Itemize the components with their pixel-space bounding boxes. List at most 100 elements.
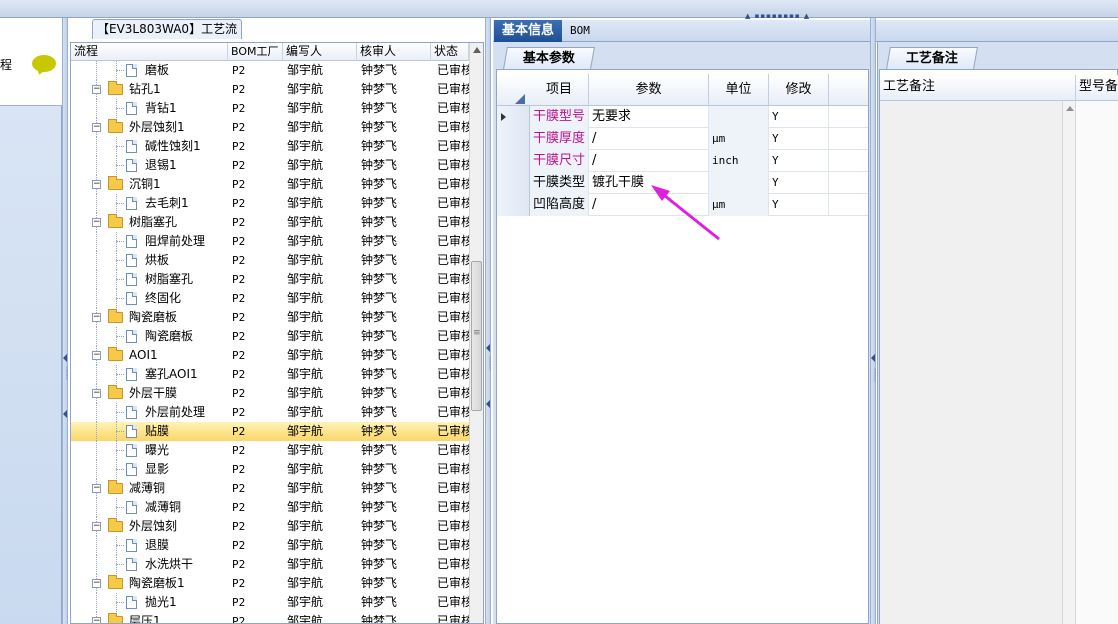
tree-row[interactable]: 曝光 P2 邹宇航 钟梦飞 已审核 (71, 441, 469, 460)
collapse-node-icon[interactable]: − (92, 579, 101, 588)
params-cell-modify[interactable]: Y (769, 150, 829, 172)
collapse-node-icon[interactable]: − (92, 484, 101, 493)
tree-row[interactable]: 树脂塞孔 P2 邹宇航 钟梦飞 已审核 (71, 270, 469, 289)
splitter-grip-icon[interactable]: ▲ ▪▪▪▪▪▪▪▪ ▲ (745, 12, 810, 20)
tree-row[interactable]: − 陶瓷磨板 P2 邹宇航 钟梦飞 已审核 (71, 308, 469, 327)
params-col-modify[interactable]: 修改 (769, 74, 829, 106)
params-col-unit[interactable]: 单位 (709, 74, 769, 106)
tree-row[interactable]: − 层压1 P2 邹宇航 钟梦飞 已审核 (71, 612, 469, 623)
params-cell-value[interactable]: 无要求 (589, 106, 709, 128)
collapse-node-icon[interactable]: − (92, 617, 101, 623)
tree-row[interactable]: 终固化 P2 邹宇航 钟梦飞 已审核 (71, 289, 469, 308)
tree-col-factory[interactable]: BOM工厂 (228, 43, 283, 61)
params-row[interactable]: 干膜类型 镀孔干膜 Y (497, 172, 868, 194)
subtab-basic-params[interactable]: 基本参数 (503, 47, 595, 69)
params-cell-modify[interactable]: Y (769, 172, 829, 194)
tree-row[interactable]: 塞孔AOI1 P2 邹宇航 钟梦飞 已审核 (71, 365, 469, 384)
tree-row[interactable]: 阻焊前处理 P2 邹宇航 钟梦飞 已审核 (71, 232, 469, 251)
row-header[interactable] (497, 128, 530, 150)
tree-cell-reviewer: 钟梦飞 (361, 253, 398, 267)
tree-col-writer[interactable]: 编写人 (283, 43, 357, 61)
row-header[interactable] (497, 106, 530, 128)
tree-cell-name: 阻焊前处理 (145, 234, 206, 248)
collapse-tree-icon[interactable] (486, 344, 490, 352)
tree-col-process[interactable]: 流程 (71, 43, 228, 61)
tree-row[interactable]: 退膜 P2 邹宇航 钟梦飞 已审核 (71, 536, 469, 555)
tree-row[interactable]: − 钻孔1 P2 邹宇航 钟梦飞 已审核 (71, 80, 469, 99)
params-col-item[interactable]: 项目 (530, 74, 589, 106)
collapse-right-icon[interactable] (871, 354, 875, 362)
notes-scrollbar[interactable] (1062, 101, 1076, 624)
params-row[interactable]: 凹陷高度 / μm Y (497, 194, 868, 216)
tab-bom[interactable]: BOM (570, 20, 590, 42)
tree-row[interactable]: − 外层蚀刻1 P2 邹宇航 钟梦飞 已审核 (71, 118, 469, 137)
params-row[interactable]: 干膜尺寸 / inch Y (497, 150, 868, 172)
row-header[interactable] (497, 150, 530, 172)
params-cell-unit[interactable]: μm (709, 128, 769, 150)
scroll-thumb[interactable] (471, 261, 482, 411)
collapse-node-icon[interactable]: − (92, 389, 101, 398)
collapse-node-icon[interactable]: − (92, 123, 101, 132)
params-cell-value[interactable]: 镀孔干膜 (589, 172, 709, 194)
row-header[interactable] (497, 194, 530, 216)
tree-col-status[interactable]: 状态 (431, 43, 469, 61)
subtab-process-notes[interactable]: 工艺备注 (886, 47, 978, 69)
tree-row[interactable]: 显影 P2 邹宇航 钟梦飞 已审核 (71, 460, 469, 479)
params-row[interactable]: 干膜厚度 / μm Y (497, 128, 868, 150)
tree-row[interactable]: − 减薄铜 P2 邹宇航 钟梦飞 已审核 (71, 479, 469, 498)
params-cell-modify[interactable]: Y (769, 194, 829, 216)
tree-row[interactable]: 减薄铜 P2 邹宇航 钟梦飞 已审核 (71, 498, 469, 517)
right-splitter[interactable]: ⋮ ⋮ ⋮ (870, 18, 878, 624)
collapse-node-icon[interactable]: − (92, 180, 101, 189)
collapse-node-icon[interactable]: − (92, 351, 101, 360)
speech-bubble-icon[interactable] (32, 55, 56, 72)
tree-row[interactable]: 背钻1 P2 邹宇航 钟梦飞 已审核 (71, 99, 469, 118)
notes-scroll-up-icon[interactable] (1066, 106, 1074, 111)
tree-row[interactable]: 抛光1 P2 邹宇航 钟梦飞 已审核 (71, 593, 469, 612)
tree-row[interactable]: 水洗烘干 P2 邹宇航 钟梦飞 已审核 (71, 555, 469, 574)
tree-row[interactable]: 外层前处理 P2 邹宇航 钟梦飞 已审核 (71, 403, 469, 422)
tree-row[interactable]: 去毛刺1 P2 邹宇航 钟梦飞 已审核 (71, 194, 469, 213)
notes-col-process[interactable]: 工艺备注 (880, 75, 1076, 101)
left-splitter[interactable]: ⋮ ⋮ ⋮ (62, 18, 70, 624)
params-cell-modify[interactable]: Y (769, 106, 829, 128)
params-cell-unit[interactable]: inch (709, 150, 769, 172)
scroll-up-icon[interactable] (473, 47, 481, 53)
tab-basic-info[interactable]: 基本信息 (494, 20, 562, 42)
collapse-node-icon[interactable]: − (92, 522, 101, 531)
notes-grid-body[interactable] (880, 101, 1118, 624)
tree-row[interactable]: − AOI1 P2 邹宇航 钟梦飞 已审核 (71, 346, 469, 365)
tree-row[interactable]: 烘板 P2 邹宇航 钟梦飞 已审核 (71, 251, 469, 270)
tree-row[interactable]: − 外层干膜 P2 邹宇航 钟梦飞 已审核 (71, 384, 469, 403)
collapse-left-icon-2[interactable] (63, 410, 67, 418)
middle-splitter[interactable]: ⋮ ⋮ ⋮ (485, 18, 493, 624)
row-header[interactable] (497, 172, 530, 194)
tree-row[interactable]: 陶瓷磨板 P2 邹宇航 钟梦飞 已审核 (71, 327, 469, 346)
params-cell-modify[interactable]: Y (769, 128, 829, 150)
params-cell-value[interactable]: / (589, 194, 709, 216)
collapse-node-icon[interactable]: − (92, 218, 101, 227)
params-cell-unit[interactable]: μm (709, 194, 769, 216)
tree-row[interactable]: − 陶瓷磨板1 P2 邹宇航 钟梦飞 已审核 (71, 574, 469, 593)
tree-scrollbar[interactable] (469, 43, 483, 623)
params-cell-value[interactable]: / (589, 128, 709, 150)
tree-row[interactable]: 磨板 P2 邹宇航 钟梦飞 已审核 (71, 61, 469, 80)
tree-col-reviewer[interactable]: 核审人 (357, 43, 431, 61)
collapse-node-icon[interactable]: − (92, 313, 101, 322)
params-col-value[interactable]: 参数 (589, 74, 709, 106)
tree-row[interactable]: − 外层蚀刻 P2 邹宇航 钟梦飞 已审核 (71, 517, 469, 536)
tree-cell-factory: P2 (232, 102, 246, 115)
collapse-node-icon[interactable]: − (92, 85, 101, 94)
tree-row[interactable]: 退锡1 P2 邹宇航 钟梦飞 已审核 (71, 156, 469, 175)
tree-row[interactable]: 贴膜 P2 邹宇航 钟梦飞 已审核 (71, 422, 469, 441)
notes-col-model[interactable]: 型号备注 (1076, 75, 1118, 101)
tree-row[interactable]: − 沉铜1 P2 邹宇航 钟梦飞 已审核 (71, 175, 469, 194)
collapse-left-icon[interactable] (63, 354, 67, 362)
tree-row[interactable]: − 树脂塞孔 P2 邹宇航 钟梦飞 已审核 (71, 213, 469, 232)
collapse-tree-icon-2[interactable] (486, 400, 490, 408)
tree-row[interactable]: 碱性蚀刻1 P2 邹宇航 钟梦飞 已审核 (71, 137, 469, 156)
params-cell-unit[interactable] (709, 106, 769, 128)
params-cell-value[interactable]: / (589, 150, 709, 172)
params-cell-unit[interactable] (709, 172, 769, 194)
params-row[interactable]: 干膜型号 无要求 Y (497, 106, 868, 128)
